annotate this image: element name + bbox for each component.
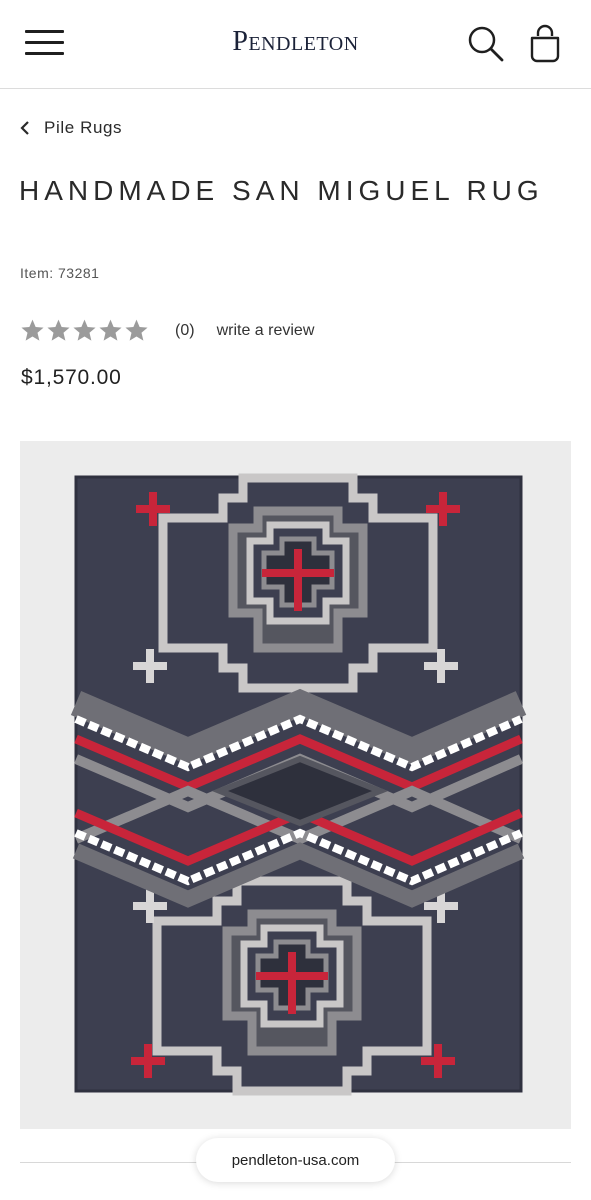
browser-url-bar[interactable]: pendleton-usa.com [196,1138,395,1182]
rating-row: (0) write a review [20,318,314,343]
breadcrumb[interactable]: Pile Rugs [18,118,122,138]
star-icon [73,319,96,341]
site-header: Pendleton [0,0,591,89]
rug-product-image[interactable] [20,441,571,1129]
shopping-bag-icon[interactable] [527,24,563,64]
star-icon [125,319,148,341]
star-icon [47,319,70,341]
write-review-link[interactable]: write a review [217,322,315,340]
star-icon [99,319,122,341]
rating-stars[interactable] [20,318,149,343]
chevron-left-icon [20,121,29,135]
review-count: (0) [175,321,195,339]
breadcrumb-label: Pile Rugs [44,118,123,137]
item-number: Item: 73281 [20,265,100,281]
star-icon [21,319,44,341]
product-title: HANDMADE SAN MIGUEL RUG [19,175,544,206]
search-icon[interactable] [466,24,506,64]
product-price: $1,570.00 [21,366,122,389]
